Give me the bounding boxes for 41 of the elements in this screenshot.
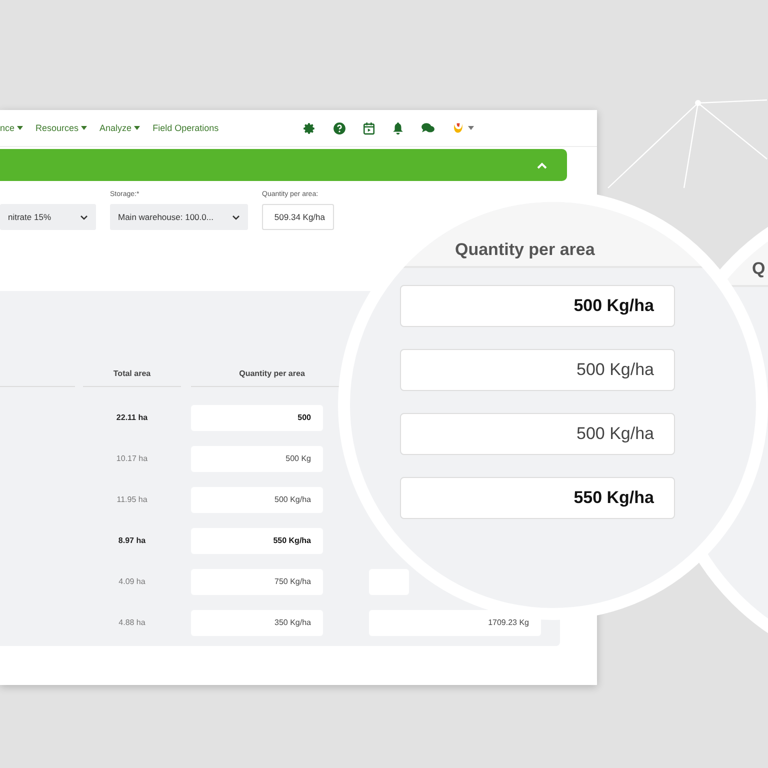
quantity-field[interactable]: 500 Kg/ha — [191, 486, 323, 512]
quantity-field[interactable]: 750 Kg/ha — [191, 568, 323, 594]
help-icon[interactable] — [333, 122, 346, 134]
settings-icon[interactable] — [303, 122, 316, 134]
table-cell-text: 4.88 ha — [118, 618, 146, 627]
table-cell-text: 11.95 ha — [116, 495, 148, 504]
input-field[interactable]: 509.34 Kg/ha — [262, 204, 334, 230]
total-field[interactable]: 1709.23 Kg — [369, 610, 541, 636]
caret-icon — [80, 126, 87, 130]
caret-icon — [134, 126, 140, 130]
quantity-field[interactable]: 550 Kg/ha — [400, 477, 675, 519]
quantity-field[interactable]: 500 Kg/ha — [400, 413, 675, 455]
quantity-field[interactable]: 350 Kg/ha — [191, 610, 323, 636]
table-cell-text: 8.97 ha — [117, 536, 147, 545]
user-menu[interactable] — [452, 122, 474, 134]
select-field[interactable]: nitrate 15% — [0, 204, 96, 230]
quantity-field[interactable]: 500 Kg/ha — [400, 349, 675, 391]
user-logo-icon — [452, 122, 464, 134]
table-cell-text: 10.17 ha — [115, 454, 149, 463]
quantity-field[interactable]: 500 — [191, 404, 323, 430]
table-cell-text: 22.11 ha — [115, 413, 149, 422]
chat-icon[interactable] — [421, 122, 435, 134]
column-header: Quantity per area — [455, 240, 595, 260]
nav-menu[interactable]: Field Operations — [152, 123, 219, 133]
nav-menu[interactable]: nce — [0, 123, 23, 133]
quantity-field[interactable]: 500 Kg/ha — [400, 285, 675, 327]
chevron-down-icon — [80, 214, 88, 220]
chevron-up-icon[interactable] — [537, 162, 547, 168]
quantity-field[interactable]: 500 Kg — [191, 446, 323, 472]
column-header: Q — [752, 259, 766, 279]
caret-icon — [16, 126, 23, 130]
chevron-down-icon — [232, 214, 240, 220]
caret-icon — [468, 126, 474, 130]
table-cell-text: 4.09 ha — [118, 577, 146, 586]
quantity-field[interactable]: 550 Kg/ha — [191, 528, 323, 554]
calendar-icon[interactable] — [363, 122, 375, 134]
column-header: Total area — [83, 361, 181, 387]
select-field[interactable]: Main warehouse: 100.0... — [110, 204, 248, 230]
nav-menu[interactable]: Analyze — [100, 123, 140, 133]
bell-icon[interactable] — [392, 122, 404, 134]
nav-menu[interactable]: Resources — [36, 123, 87, 133]
